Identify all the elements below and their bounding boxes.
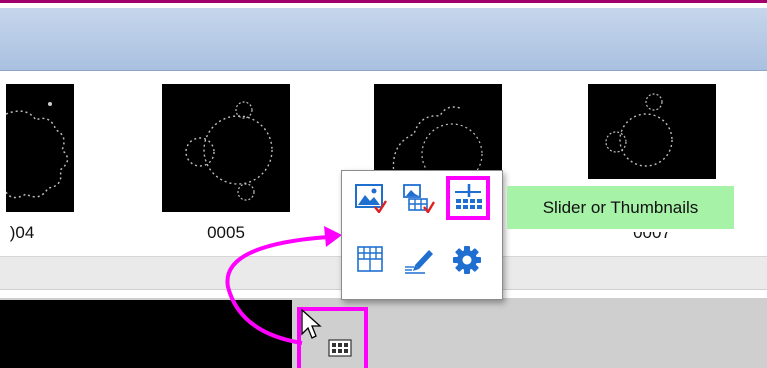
image-settings-icon: [355, 184, 387, 213]
popup-toolbar: [341, 170, 503, 300]
thumbnail-image[interactable]: [6, 84, 74, 212]
thumbnail-label: )04: [9, 223, 35, 242]
image-table-settings-icon: [403, 184, 435, 213]
title-band: [0, 8, 767, 71]
tooltip: Slider or Thumbnails: [507, 186, 734, 229]
mouse-cursor-icon: [301, 308, 322, 339]
edit-pen-icon: [405, 250, 433, 274]
gear-icon: [453, 246, 481, 274]
grid-table-button[interactable]: [352, 241, 390, 279]
grid-table-icon: [357, 246, 383, 272]
thumbnail-image[interactable]: [588, 84, 716, 179]
slider-or-thumbnails-button[interactable]: [446, 176, 490, 220]
window-frame-top: [0, 0, 767, 8]
image-settings-button[interactable]: [352, 179, 390, 217]
thumbnail-toggle-button[interactable]: [328, 339, 352, 357]
thumbnail-grid-icon: [328, 339, 352, 357]
edit-pen-button[interactable]: [400, 241, 438, 279]
image-table-settings-button[interactable]: [400, 179, 438, 217]
slider-thumbnails-icon: [455, 184, 482, 209]
thumbnail-image[interactable]: [162, 84, 290, 212]
settings-button[interactable]: [448, 241, 486, 279]
